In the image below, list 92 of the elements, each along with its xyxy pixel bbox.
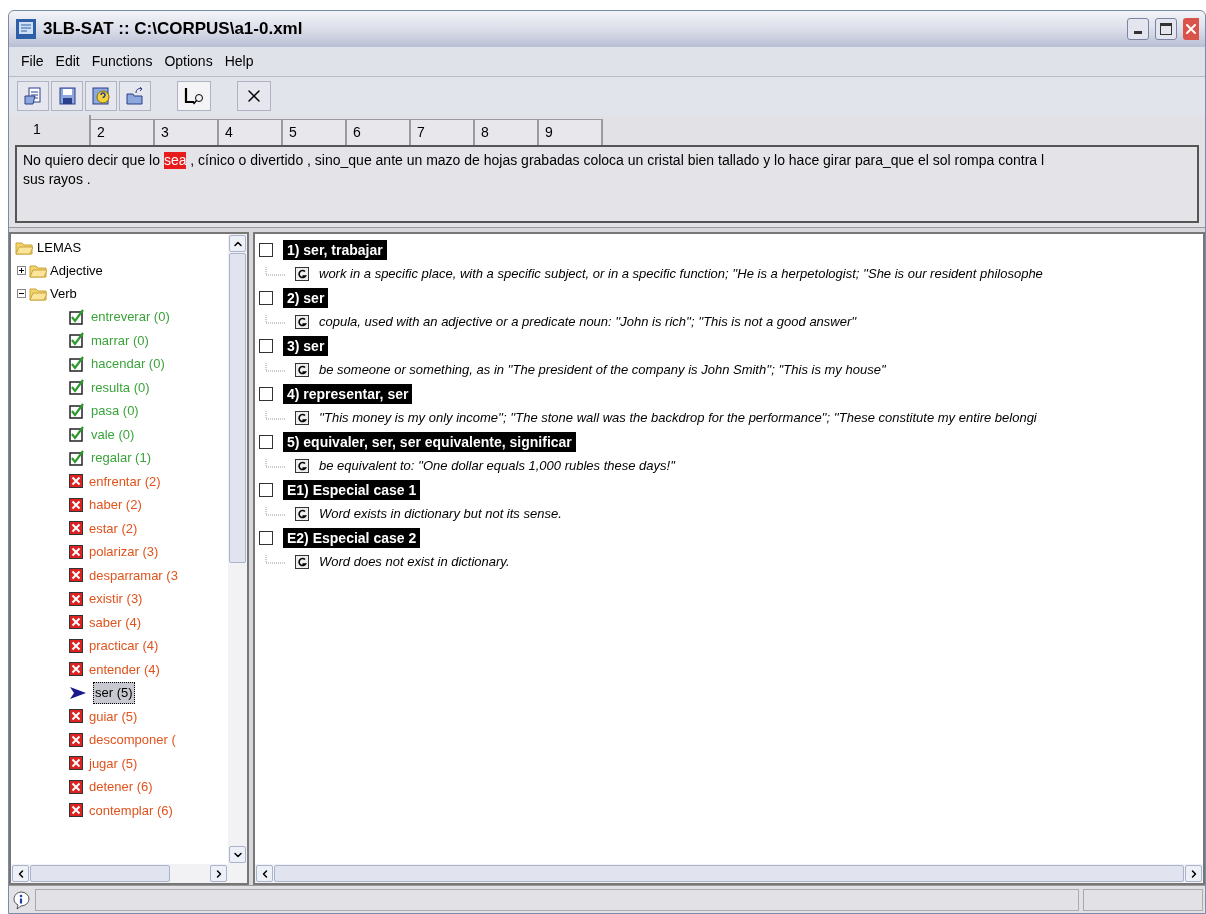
tree-item[interactable]: enfrentar (2): [89, 471, 161, 491]
tree-item[interactable]: guiar (5): [89, 706, 138, 726]
maximize-icon: [1160, 23, 1172, 35]
toolbar-button[interactable]: [51, 81, 83, 111]
app-icon: [15, 18, 37, 40]
menu-item[interactable]: Edit: [55, 51, 80, 72]
scroll-left-button[interactable]: [256, 865, 273, 882]
sense-label[interactable]: E1) Especial case 1: [283, 480, 421, 500]
gloss-text: copula, used with an adjective or a predicate noun: ''John is rich''; ''This is not a good answer'': [319, 313, 857, 332]
tab[interactable]: 2: [91, 119, 155, 145]
tree-item[interactable]: polarizar (3): [89, 542, 159, 562]
tree-item[interactable]: existir (3): [89, 589, 143, 609]
tree-item[interactable]: Verb: [50, 283, 77, 304]
tree-item[interactable]: jugar (5): [89, 753, 138, 773]
maximize-button[interactable]: [1155, 18, 1177, 40]
tree-item[interactable]: entender (4): [89, 659, 160, 679]
tree-item[interactable]: LEMAS: [37, 237, 82, 258]
close-button[interactable]: [1183, 18, 1199, 40]
menu-item[interactable]: Functions: [91, 51, 153, 72]
window-title: 3LB-SAT :: C:\CORPUS\a1-0.xml: [43, 18, 304, 41]
tab[interactable]: 6: [347, 119, 411, 145]
sense-label[interactable]: E2) Especial case 2: [283, 528, 421, 548]
folder-icon: [29, 286, 47, 301]
tab[interactable]: 9: [539, 119, 603, 145]
gloss-text: work in a specific place, with a specific subject, or in a specific function; ''He is a herpetologist; ''She is our resident philosophe: [319, 265, 1043, 284]
tab[interactable]: 7: [411, 119, 475, 145]
tree-item[interactable]: detener (6): [89, 777, 153, 797]
toolbar-button[interactable]: [17, 81, 49, 111]
tree-item[interactable]: practicar (4): [89, 636, 159, 656]
checkbox[interactable]: [259, 243, 273, 257]
gloss-icon: [295, 363, 309, 377]
sense-label[interactable]: 3) ser: [283, 336, 329, 356]
sense-label[interactable]: 4) representar, ser: [283, 384, 413, 404]
sense-label[interactable]: 1) ser, trabajar: [283, 240, 387, 260]
info-icon: [11, 889, 31, 910]
checkbox[interactable]: [259, 339, 273, 353]
gloss-icon: [295, 267, 309, 281]
checkbox[interactable]: [259, 531, 273, 545]
checkbox[interactable]: [259, 483, 273, 497]
toolbar-button[interactable]: [85, 81, 117, 111]
tree-item[interactable]: saber (4): [89, 612, 142, 632]
open-file-icon: [23, 86, 43, 106]
folder-icon: [29, 263, 47, 278]
sense-label[interactable]: 2) ser: [283, 288, 329, 308]
magnifier-icon: [183, 86, 205, 106]
collapse-icon[interactable]: [17, 289, 26, 298]
expand-icon[interactable]: [17, 266, 26, 275]
checkbox[interactable]: [259, 291, 273, 305]
gloss-text: Word exists in dictionary but not its sense.: [319, 505, 562, 524]
tree-item[interactable]: ser (5): [93, 682, 135, 704]
gloss-text: ''This money is my only income''; ''The stone wall was the backdrop for the performance''; ''These constitute my entire belongi: [319, 409, 1037, 428]
lookup-button[interactable]: [177, 81, 211, 111]
open-folder-icon: [125, 86, 145, 106]
gloss-icon: [295, 411, 309, 425]
tree-item[interactable]: haber (2): [89, 495, 142, 515]
scroll-right-button[interactable]: [210, 865, 227, 882]
tree-item[interactable]: desparramar (3: [89, 565, 178, 585]
vertical-scrollbar[interactable]: [228, 234, 247, 864]
sense-label[interactable]: 5) equivaler, ser, ser equivalente, significar: [283, 432, 576, 452]
tree-item[interactable]: descomponer (: [89, 730, 176, 750]
scroll-up-button[interactable]: [229, 235, 246, 252]
tab[interactable]: 8: [475, 119, 539, 145]
gloss-icon: [295, 555, 309, 569]
scroll-right-button[interactable]: [1185, 865, 1202, 882]
menu-item[interactable]: Help: [224, 51, 254, 72]
menu-item[interactable]: Options: [164, 51, 213, 72]
gloss-text: be equivalent to: ''One dollar equals 1,000 rubles these days!'': [319, 457, 676, 476]
close-icon: [1183, 21, 1199, 37]
checkbox[interactable]: [259, 435, 273, 449]
minimize-icon: [1134, 31, 1142, 34]
gloss-icon: [295, 315, 309, 329]
horizontal-scrollbar[interactable]: [11, 864, 247, 883]
tab[interactable]: 3: [155, 119, 219, 145]
sentence-text: sus rayos .: [23, 170, 92, 189]
tab[interactable]: 5: [283, 119, 347, 145]
tree-item[interactable]: Adjective: [50, 260, 103, 281]
scroll-left-button[interactable]: [12, 865, 29, 882]
checkbox[interactable]: [259, 387, 273, 401]
gloss-text: be someone or something, as in ''The president of the company is John Smith''; ''This is my house'': [319, 361, 886, 380]
scroll-down-button[interactable]: [229, 846, 246, 863]
folder-icon: [15, 240, 33, 255]
scroll-thumb[interactable]: [229, 253, 246, 563]
minimize-button[interactable]: [1127, 18, 1149, 40]
scroll-thumb[interactable]: [30, 865, 170, 882]
menu-item[interactable]: File: [21, 51, 44, 72]
tree-item[interactable]: contemplar (6): [89, 800, 173, 820]
close-button[interactable]: [237, 81, 271, 111]
tab[interactable]: 4: [219, 119, 283, 145]
tree-item[interactable]: estar (2): [89, 518, 138, 538]
gloss-icon: [295, 459, 309, 473]
gloss-text: Word does not exist in dictionary.: [319, 553, 510, 572]
gloss-icon: [295, 507, 309, 521]
